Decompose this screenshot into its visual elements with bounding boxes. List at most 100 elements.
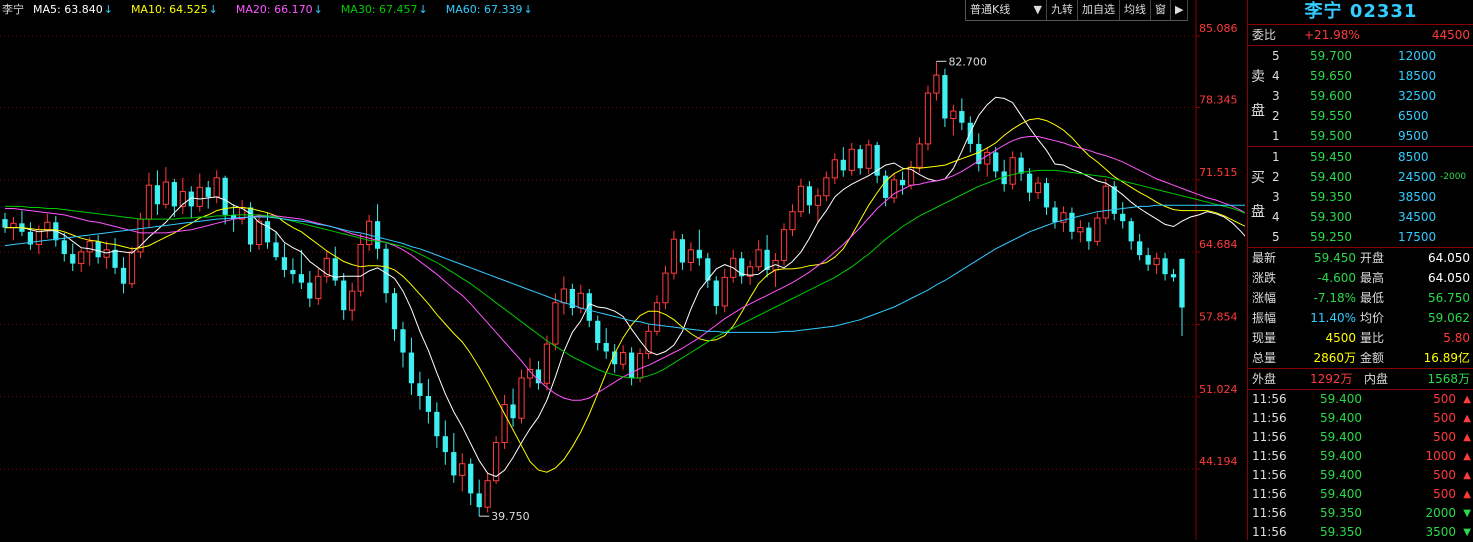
quote-label: 量比 [1360, 331, 1385, 345]
ma-legend-item-2: MA20: 66.170↓ [235, 3, 323, 16]
quote-value: 64.050 [1428, 271, 1470, 285]
quote-row-0: 最新 59.450 开盘 64.050 [1248, 248, 1473, 268]
tick-row: 11:56 59.350 3500 ▼ [1248, 523, 1473, 542]
sell-row-2: 2 59.550 6500 [1248, 106, 1473, 126]
candle-body-106 [899, 179, 906, 186]
arrow-down-icon: ↓ [418, 3, 428, 16]
candle-body-135 [1145, 255, 1151, 265]
candle-body-61 [518, 377, 525, 419]
ma-legend-stock-name: 李宁 [2, 3, 24, 16]
candle-body-13 [112, 249, 118, 268]
candle-body-64 [543, 343, 551, 384]
candle-body-46 [391, 293, 398, 330]
ma-legend-item-4: MA60: 67.339↓ [445, 3, 533, 16]
tick-time: 11:56 [1252, 487, 1287, 501]
quote-label: 开盘 [1360, 251, 1385, 265]
kline-chart-svg[interactable]: 85.086 78.345 71.515 64.684 57.854 51.024 44.1… [0, 0, 1245, 540]
candle-body-49 [417, 383, 423, 396]
min-label: 39.750 [491, 510, 529, 523]
candle-body-112 [950, 110, 957, 119]
tick-volume: 500 [1433, 487, 1456, 501]
sell-volume: 18500 [1398, 69, 1437, 83]
arrow-down-icon: ▼ [1463, 527, 1471, 538]
candle-body-33 [281, 257, 288, 270]
y-tick-label-3: 64.684 [1199, 238, 1238, 251]
candle-body-75 [636, 353, 644, 379]
sell-level: 4 [1272, 69, 1280, 83]
candle-body-84 [713, 280, 719, 306]
candle-body-57 [484, 480, 491, 508]
buy-price: 59.350 [1310, 190, 1352, 204]
max-label: 82.700 [948, 55, 987, 68]
window-button[interactable]: 窗 [1151, 0, 1171, 20]
candle-body-130 [1102, 185, 1109, 219]
candle-body-80 [679, 239, 686, 263]
tick-price: 59.400 [1320, 411, 1362, 425]
arrow-up-icon: ▲ [1463, 394, 1471, 405]
quote-row-4: 现量 4500 量比 5.80 [1248, 328, 1473, 348]
tick-price: 59.400 [1320, 449, 1362, 463]
candle-body-51 [434, 411, 440, 437]
candle-body-120 [1018, 157, 1024, 174]
candle-body-138 [1170, 274, 1177, 278]
quote-value: 16.89亿 [1423, 351, 1470, 365]
quote-label: 最高 [1360, 271, 1385, 285]
candle-body-100 [848, 148, 855, 171]
sell-level: 2 [1272, 109, 1280, 123]
candle-body-76 [645, 330, 652, 355]
buy-row-1: 1 59.450 8500 [1248, 147, 1473, 167]
buy-volume: 38500 [1398, 190, 1437, 204]
quote-value: 56.750 [1428, 291, 1470, 305]
candle-body-117 [993, 152, 999, 172]
candle-body-18 [154, 185, 161, 205]
candle-body-32 [273, 242, 279, 258]
candle-body-81 [687, 249, 695, 264]
quote-panel: 李宁 02331 委比 +21.98% 44500 卖 盘 5 59.700 120… [1247, 0, 1473, 540]
candle-body-52 [442, 436, 448, 453]
weibi-row: 委比 +21.98% 44500 [1248, 25, 1473, 46]
tick-time: 11:56 [1252, 525, 1287, 539]
sell-level: 1 [1272, 129, 1280, 143]
sell-row-5: 5 59.700 12000 [1248, 46, 1473, 66]
collapse-icon[interactable]: ▶ [1171, 0, 1189, 20]
candle-body-108 [916, 143, 923, 168]
candle-body-60 [510, 404, 516, 419]
stock-title: 李宁 02331 [1248, 0, 1473, 25]
stock-code: 02331 [1349, 1, 1418, 22]
tick-row: 11:56 59.400 500 ▲ [1248, 485, 1473, 504]
quote-box: 最新 59.450 开盘 64.050 涨跌 -4.600 最高 64.050 涨幅 -7.18%… [1248, 248, 1473, 369]
candle-body-14 [120, 267, 127, 284]
ma-button[interactable]: 均线 [1120, 0, 1151, 20]
arrow-up-icon: ▲ [1463, 451, 1471, 462]
arrow-down-icon: ▼ [1463, 508, 1471, 519]
candle-body-43 [365, 220, 373, 246]
buy-row-5: 5 59.250 17500 [1248, 227, 1473, 247]
ma-legend-item-3: MA30: 67.457↓ [340, 3, 428, 16]
add-watchlist-button[interactable]: 加自选 [1078, 0, 1120, 20]
tick-time: 11:56 [1252, 449, 1287, 463]
candle-body-54 [459, 463, 466, 476]
tick-price: 59.400 [1320, 468, 1362, 482]
kline-type-select[interactable]: 普通K线 ▼ [966, 0, 1047, 20]
tick-list[interactable]: 11:56 59.400 500 ▲ 11:56 59.400 500 ▲ 11:56 59.40… [1248, 390, 1473, 542]
tick-volume: 1000 [1425, 449, 1456, 463]
candle-body-30 [255, 220, 263, 246]
tick-price: 59.350 [1320, 506, 1362, 520]
quote-value: 5.80 [1443, 331, 1470, 345]
chevron-down-icon: ▼ [1033, 3, 1042, 16]
kline-chart[interactable]: 85.086 78.345 71.515 64.684 57.854 51.024 44.1… [0, 0, 1245, 540]
quote-value: 11.40% [1310, 311, 1356, 325]
candle-body-12 [103, 249, 110, 258]
tick-volume: 2000 [1425, 506, 1456, 520]
y-tick-label-0: 85.086 [1199, 22, 1238, 35]
candle-body-127 [1077, 227, 1084, 233]
jiuzhuan-button[interactable]: 九转 [1047, 0, 1078, 20]
quote-label: 均价 [1360, 311, 1385, 325]
candle-body-119 [1009, 157, 1016, 185]
candle-body-77 [653, 302, 661, 332]
buy-level: 3 [1272, 190, 1280, 204]
sell-price: 59.650 [1310, 69, 1352, 83]
quote-label: 涨幅 [1252, 291, 1277, 305]
candle-body-122 [1034, 182, 1042, 194]
quote-value: 59.062 [1428, 311, 1470, 325]
